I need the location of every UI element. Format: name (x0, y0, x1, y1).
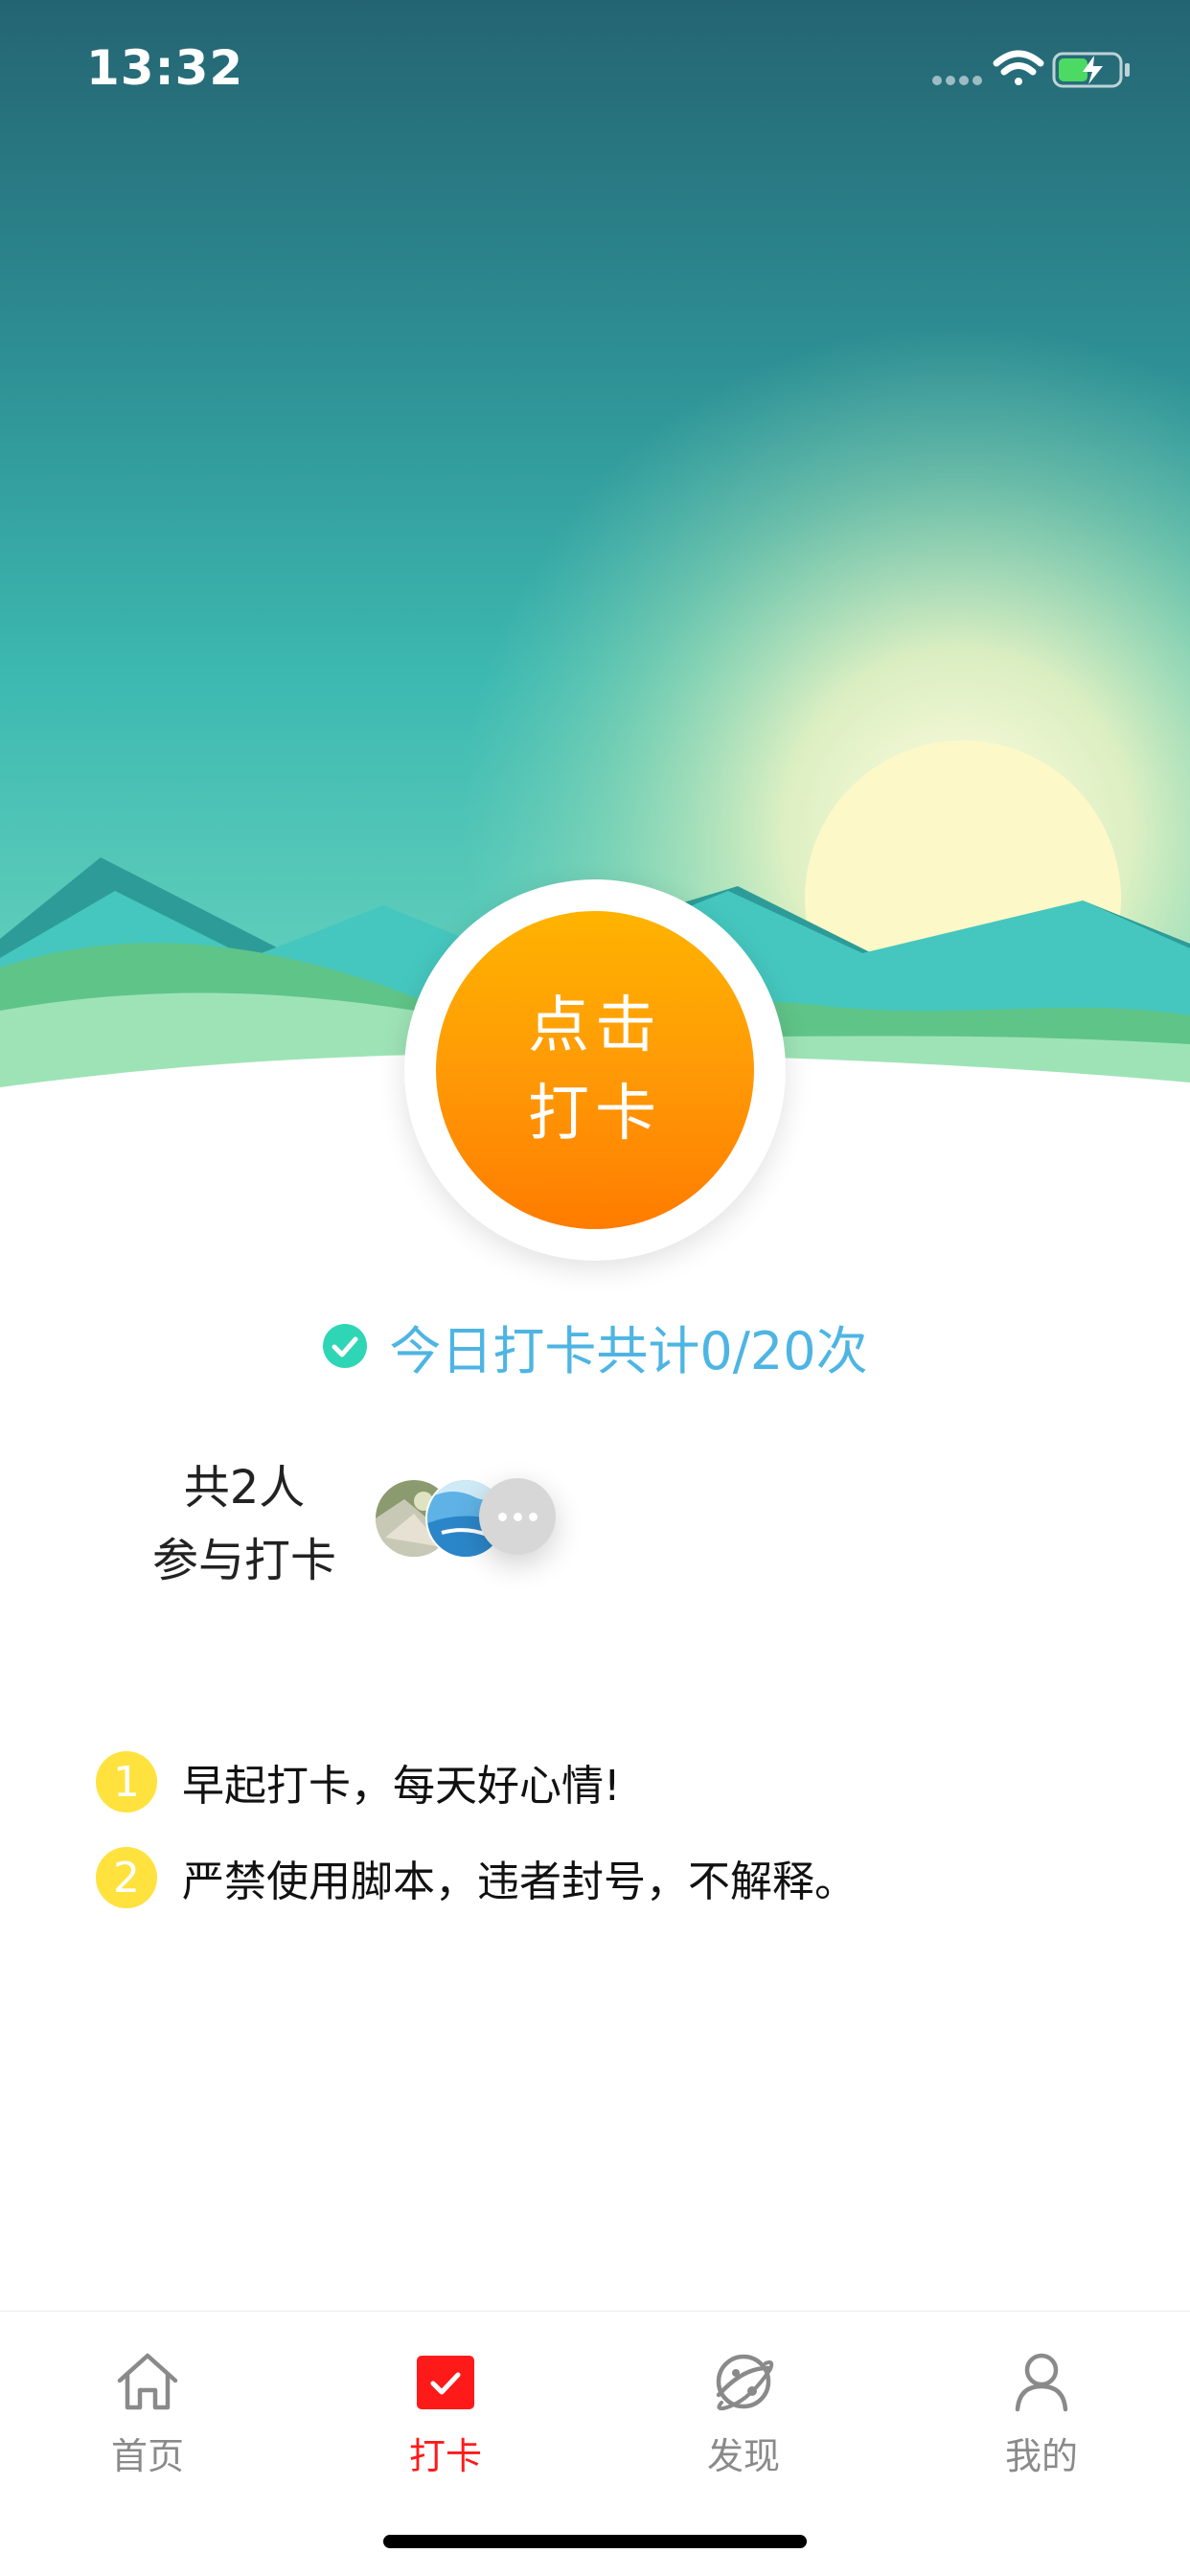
checkin-button-line1: 点击 (528, 991, 662, 1061)
checkin-count: 今日打卡共计0/20次 (0, 1312, 1190, 1381)
battery-charging-icon (1052, 52, 1130, 88)
status-bar: 13:32 (0, 0, 1190, 134)
rules-list: 1 早起打卡，每天好心情! 2 严禁使用脚本，违者封号，不解释。 (96, 1749, 1102, 1941)
rule-item: 1 早起打卡，每天好心情! (96, 1749, 1102, 1814)
planet-icon (716, 2354, 774, 2411)
checkin-button-line2: 打卡 (528, 1079, 662, 1150)
home-icon (117, 2353, 178, 2410)
rule-item: 2 严禁使用脚本，违者封号，不解释。 (96, 1845, 1102, 1910)
status-time: 13:32 (86, 40, 244, 96)
tab-discover-label: 发现 (706, 2435, 780, 2477)
participant-avatars[interactable] (374, 1478, 575, 1561)
wifi-icon (993, 50, 1044, 85)
status-icons (929, 48, 1140, 92)
participants-summary: 共2人 参与打卡 (134, 1451, 355, 1597)
rule-number-badge: 2 (96, 1847, 157, 1908)
rule-text: 严禁使用脚本，违者封号，不解释。 (182, 1858, 857, 1906)
checkin-count-text: 今日打卡共计0/20次 (389, 1320, 868, 1381)
tab-checkin-label: 打卡 (408, 2435, 482, 2477)
tab-discover[interactable]: 发现 (648, 2350, 839, 2484)
cellular-icon (932, 76, 982, 85)
rule-text: 早起打卡，每天好心情! (182, 1762, 621, 1811)
user-icon (1015, 2353, 1068, 2412)
more-icon[interactable] (479, 1478, 556, 1555)
tab-mine[interactable]: 我的 (946, 2350, 1137, 2484)
checkin-tab-icon (417, 2356, 474, 2409)
participants-label: 参与打卡 (151, 1534, 336, 1587)
tab-checkin[interactable]: 打卡 (350, 2350, 541, 2484)
rule-number-badge: 1 (96, 1751, 157, 1812)
tab-home-label: 首页 (110, 2435, 184, 2477)
checkin-button[interactable]: 点击 打卡 (436, 911, 754, 1229)
home-indicator (383, 2535, 807, 2548)
check-circle-icon (323, 1324, 368, 1368)
tab-home[interactable]: 首页 (52, 2350, 243, 2484)
participants-count: 共2人 (183, 1461, 306, 1515)
tab-mine-label: 我的 (1004, 2435, 1078, 2477)
